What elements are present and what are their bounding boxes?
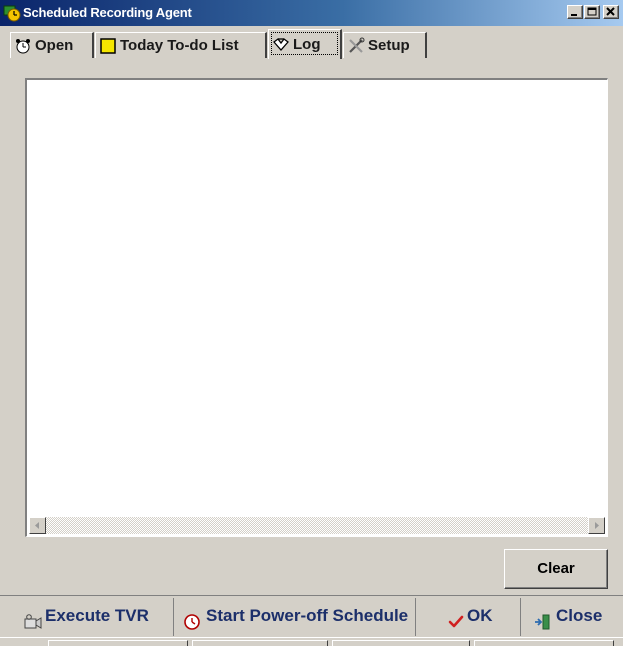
log-text-area[interactable] bbox=[25, 78, 608, 537]
clear-button[interactable]: Clear bbox=[504, 549, 608, 589]
camera-icon bbox=[24, 608, 42, 629]
close-icon bbox=[606, 7, 615, 16]
tab-label: Today To-do List bbox=[120, 37, 239, 54]
arrow-left-icon bbox=[35, 522, 39, 529]
tab-label: Log bbox=[293, 36, 321, 53]
note-icon bbox=[99, 37, 117, 55]
power-off-label: Start Power-off Schedule bbox=[206, 606, 409, 625]
scroll-left-button[interactable] bbox=[29, 517, 46, 534]
tab-label: Setup bbox=[368, 37, 410, 54]
log-icon bbox=[272, 36, 290, 54]
title-bar[interactable]: Scheduled Recording Agent bbox=[0, 0, 623, 26]
ok-button[interactable]: OK bbox=[417, 598, 521, 636]
app-icon bbox=[3, 4, 21, 22]
ok-label: OK bbox=[467, 606, 493, 625]
bottom-toolbar: Execute TVR Start Power-off Schedule OK bbox=[0, 595, 623, 637]
tab-label: Open bbox=[35, 37, 74, 54]
close-window-button[interactable] bbox=[603, 5, 619, 19]
taskbar-strip bbox=[0, 637, 623, 646]
window-title: Scheduled Recording Agent bbox=[23, 5, 192, 20]
tools-icon bbox=[347, 37, 365, 55]
alarm-clock-icon bbox=[14, 37, 32, 55]
taskbar-item[interactable] bbox=[192, 640, 328, 646]
execute-tvr-button[interactable]: Execute TVR bbox=[0, 598, 174, 636]
exit-door-icon bbox=[534, 608, 552, 630]
minimize-button[interactable] bbox=[567, 5, 583, 19]
tab-log[interactable]: Log bbox=[268, 29, 342, 59]
tab-setup[interactable]: Setup bbox=[343, 32, 427, 58]
close-label: Close bbox=[556, 606, 603, 625]
tab-bar: Open Today To-do List Log Setup bbox=[0, 26, 623, 60]
arrow-right-icon bbox=[595, 522, 599, 529]
tab-open[interactable]: Open bbox=[10, 32, 94, 58]
tab-today-todo-list[interactable]: Today To-do List bbox=[95, 32, 267, 58]
checkmark-icon bbox=[447, 608, 465, 628]
maximize-button[interactable] bbox=[584, 5, 600, 19]
execute-label: Execute TVR bbox=[45, 606, 149, 625]
scroll-right-button[interactable] bbox=[588, 517, 605, 534]
start-power-off-schedule-button[interactable]: Start Power-off Schedule bbox=[175, 598, 416, 636]
minimize-icon bbox=[571, 14, 577, 16]
taskbar-item[interactable] bbox=[474, 640, 614, 646]
app-window: Scheduled Recording Agent Open Today To-… bbox=[0, 0, 623, 646]
horizontal-scrollbar[interactable] bbox=[29, 517, 605, 534]
maximize-icon bbox=[587, 7, 597, 16]
close-button[interactable]: Close bbox=[522, 598, 623, 636]
taskbar-item[interactable] bbox=[332, 640, 470, 646]
power-clock-icon bbox=[183, 608, 201, 630]
taskbar-item[interactable] bbox=[48, 640, 188, 646]
